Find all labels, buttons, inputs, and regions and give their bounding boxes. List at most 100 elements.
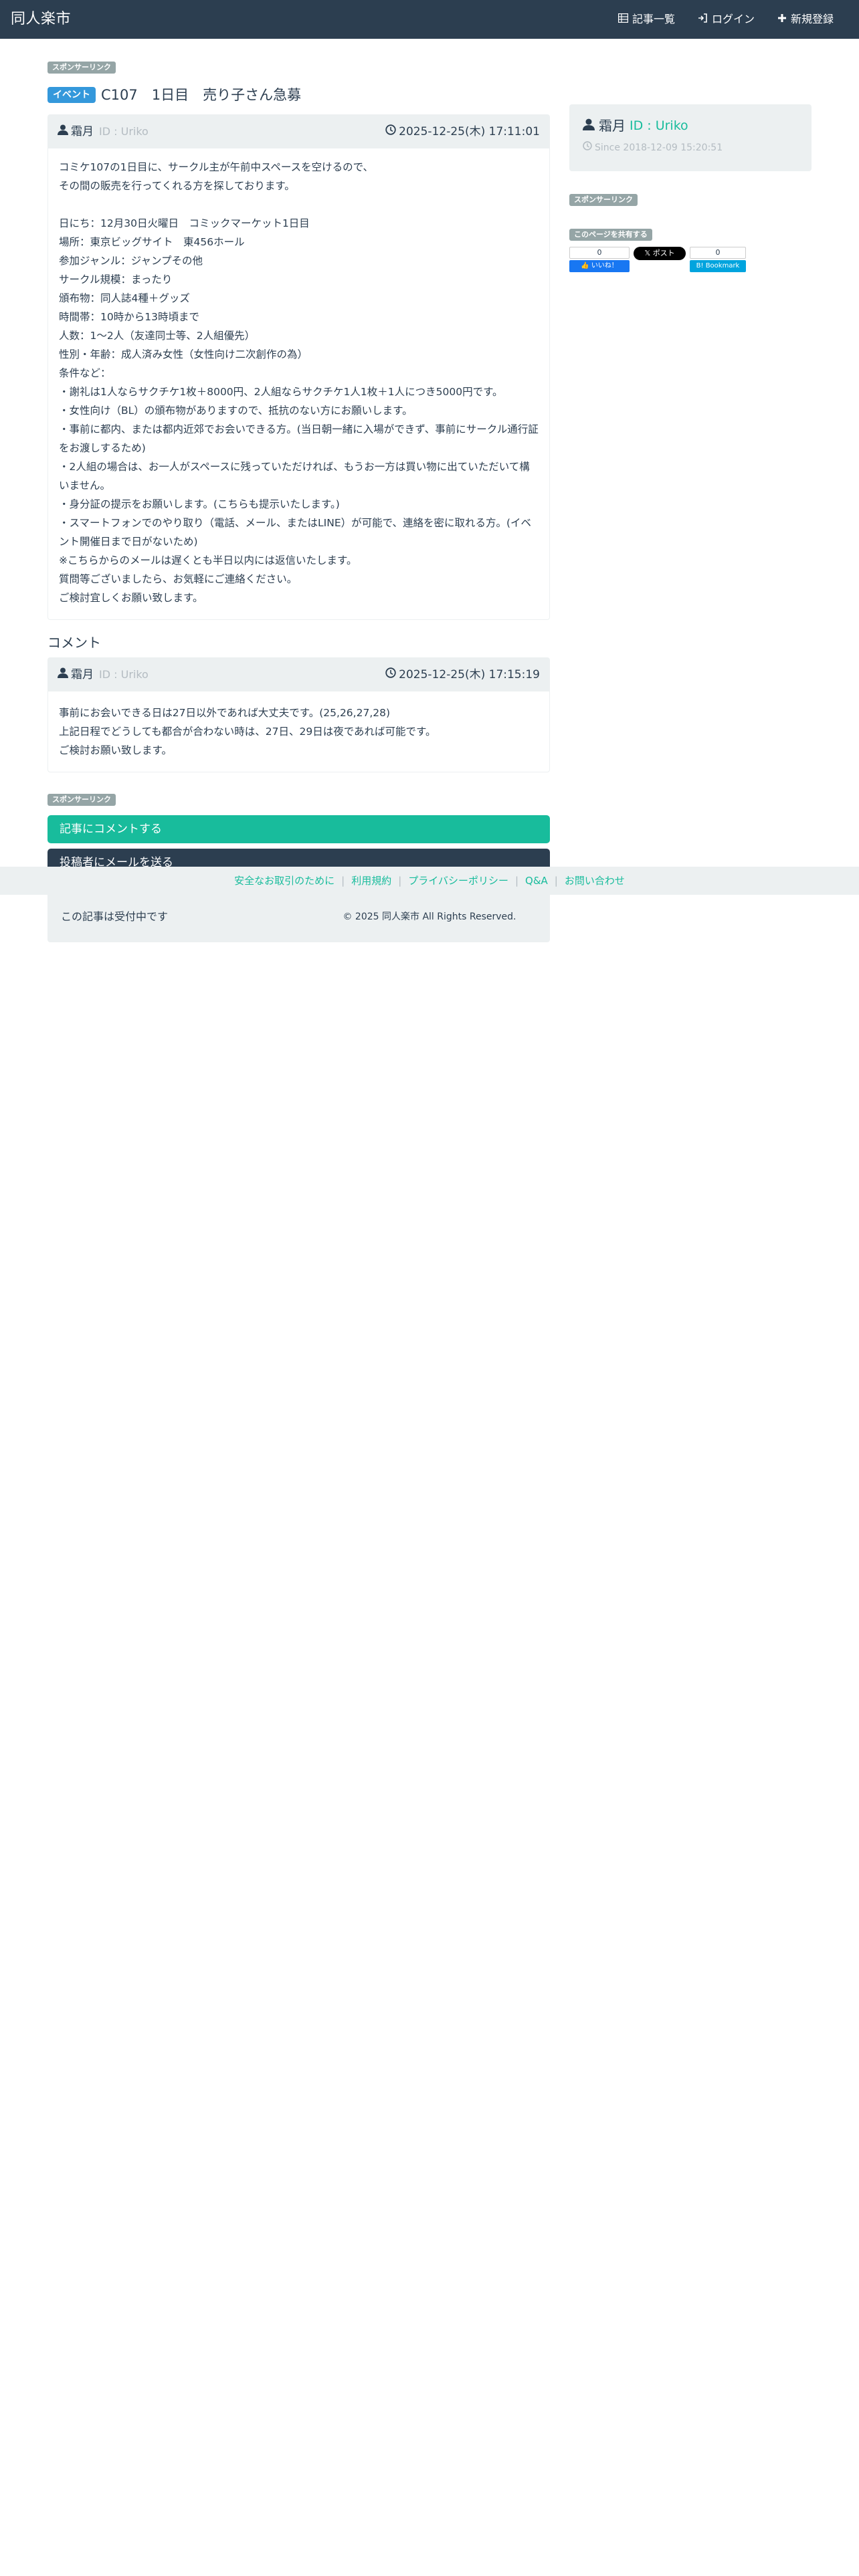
post-body-line: ・事前に都内、または都内近郊でお会いできる方。(当日朝一緒に入場ができず、事前に…: [59, 423, 539, 455]
nav-login-label: ログイン: [711, 13, 755, 26]
facebook-like-button[interactable]: 👍 いいね！: [569, 260, 630, 273]
comment-body-line: ご検討お願い致します。: [59, 744, 172, 757]
post-title-row: イベント C107 1日目 売り子さん急募: [47, 84, 550, 107]
post-body-line: 日にち：12月30日火曜日 コミックマーケット1日目: [59, 217, 310, 230]
post-body-line: ご検討宜しくお願い致します。: [59, 592, 203, 605]
footer-link-qa[interactable]: Q&A: [525, 873, 548, 889]
post-author[interactable]: 霜月 ID : Uriko: [58, 123, 149, 141]
comments-heading: コメント: [47, 635, 101, 651]
x-post-button[interactable]: 𝕏 ポスト: [634, 247, 686, 261]
footer-link-safety[interactable]: 安全なお取引のために: [234, 873, 335, 889]
sponsor-badge-bottom: スポンサーリンク: [47, 794, 116, 807]
post-body-line: ・女性向け（BL）の頒布物がありますので、抵抗のない方にお願いします。: [59, 405, 413, 417]
profile-id: ID : Uriko: [630, 118, 688, 133]
x-post-label: ポスト: [652, 249, 675, 258]
footer-separator: |: [514, 875, 519, 887]
comment-on-post-button[interactable]: 記事にコメントする: [47, 815, 550, 843]
post-author-name: 霜月: [71, 124, 94, 138]
list-icon: [617, 11, 629, 28]
footer-link-privacy[interactable]: プライバシーポリシー: [408, 873, 508, 889]
post-body-line: その間の販売を行ってくれる方を探しております。: [59, 180, 295, 193]
share-label: このページを共有する: [569, 228, 652, 241]
nav-register[interactable]: 新規登録: [777, 11, 834, 28]
post-date: 2025-12-25(木) 17:11:01: [385, 123, 540, 141]
post-body-line: [59, 195, 539, 214]
facebook-like-count: 0: [569, 247, 630, 259]
hatena-bookmark-count: 0: [690, 247, 746, 259]
post-body-line: 質問等ございましたら、お気軽にご連絡ください。: [59, 573, 298, 586]
post-body-line: ・身分証の提示をお願いします。(こちらも提示いたします。): [59, 498, 340, 511]
comment-body-line: 上記日程でどうしても都合が合わない時は、27日、29日は夜であれば可能です。: [59, 726, 436, 738]
navbar: 同人楽市 記事一覧 ログイン 新規登録: [0, 0, 859, 39]
footer-separator: |: [398, 875, 402, 887]
clock-icon: [385, 123, 396, 141]
nav-article-list[interactable]: 記事一覧: [617, 11, 675, 28]
clock-icon: [583, 140, 592, 155]
hatena-bookmark[interactable]: 0 B! Bookmark: [690, 247, 746, 273]
nav-register-label: 新規登録: [790, 13, 834, 26]
post-body-line: 場所：東京ビッグサイト 東456ホール: [59, 236, 245, 249]
plus-icon: [777, 11, 787, 28]
post-date-text: 2025-12-25(木) 17:11:01: [399, 124, 540, 138]
post-body-line: サークル規模：まったり: [59, 274, 173, 286]
clock-icon: [385, 666, 396, 684]
footer-separator: |: [554, 875, 558, 887]
post-body-line: ※こちらからのメールは遅くとも半日以内には返信いたします。: [59, 554, 357, 567]
hatena-bookmark-label: Bookmark: [705, 262, 740, 270]
post-body-line: ・謝礼は1人ならサクチケ1枚＋8000円、2人組ならサクチケ1人1枚＋1人につき…: [59, 386, 503, 399]
post-body-line: コミケ107の1日目に、サークル主が午前中スペースを空けるので、: [59, 161, 374, 174]
comment-date: 2025-12-25(木) 17:15:19: [385, 666, 540, 684]
footer-links: 安全なお取引のために | 利用規約 | プライバシーポリシー | Q&A | お…: [0, 867, 859, 895]
sidebar: 霜月 ID : Uriko Since 2018-12-09 15:20:51 …: [569, 58, 812, 273]
user-icon: [58, 123, 68, 141]
profile-since-text: Since 2018-12-09 15:20:51: [595, 142, 723, 153]
comment-author-name: 霜月: [71, 667, 94, 681]
comment-date-text: 2025-12-25(木) 17:15:19: [399, 667, 540, 681]
profile-card: 霜月 ID : Uriko Since 2018-12-09 15:20:51: [569, 104, 812, 171]
facebook-like-label: いいね！: [591, 262, 618, 270]
post-body-line: 頒布物：同人誌4種＋グッズ: [59, 292, 190, 305]
profile-name-row[interactable]: 霜月 ID : Uriko: [583, 115, 798, 136]
bookmark-icon: B!: [696, 262, 704, 270]
comment-body-line: 事前にお会いできる日は27日以外であれば大丈夫です。(25,26,27,28): [59, 707, 391, 720]
comment-body: 事前にお会いできる日は27日以外であれば大丈夫です。(25,26,27,28) …: [48, 691, 549, 772]
user-icon: [583, 115, 595, 136]
x-logo-icon: 𝕏: [644, 249, 651, 258]
post-body-line: ・スマートフォンでのやり取り（電話、メール、またはLINE）が可能で、連絡を密に…: [59, 517, 532, 548]
login-icon: [698, 11, 708, 28]
post-body-line: 性別・年齢：成人済み女性（女性向け二次創作の為）: [59, 348, 308, 361]
category-badge[interactable]: イベント: [47, 87, 96, 104]
user-icon: [58, 666, 68, 684]
comment-header: 霜月 ID : Uriko 2025-12-25(木) 17:15:19: [48, 658, 549, 692]
footer-link-contact[interactable]: お問い合わせ: [565, 873, 625, 889]
facebook-like[interactable]: 0 👍 いいね！: [569, 247, 630, 273]
post-body-line: 条件など：: [59, 367, 111, 380]
nav-article-list-label: 記事一覧: [632, 13, 675, 26]
site-brand[interactable]: 同人楽市: [11, 7, 71, 31]
profile-since: Since 2018-12-09 15:20:51: [583, 140, 798, 155]
comment-author[interactable]: 霜月 ID : Uriko: [58, 666, 149, 684]
share-buttons: 0 👍 いいね！ 𝕏 ポスト 0 B! Bookmark: [569, 247, 812, 273]
profile-name: 霜月: [599, 118, 626, 134]
post-body-line: ・2人組の場合は、お一人がスペースに残っていただければ、もうお一方は買い物に出て…: [59, 461, 530, 492]
comment-panel: 霜月 ID : Uriko 2025-12-25(木) 17:15:19 事前に…: [47, 657, 550, 773]
thumbs-up-icon: 👍: [581, 262, 589, 270]
post-body: コミケ107の1日目に、サークル主が午前中スペースを空けるので、 その間の販売を…: [48, 148, 549, 619]
nav-login[interactable]: ログイン: [698, 11, 755, 28]
footer-link-terms[interactable]: 利用規約: [351, 873, 391, 889]
post-header: 霜月 ID : Uriko 2025-12-25(木) 17:11:01: [48, 115, 549, 149]
post-title: C107 1日目 売り子さん急募: [101, 86, 302, 103]
sponsor-badge-top: スポンサーリンク: [47, 62, 116, 74]
post-body-line: 参加ジャンル：ジャンプその他: [59, 255, 203, 267]
nav-links: 記事一覧 ログイン 新規登録: [617, 11, 848, 28]
post-panel: 霜月 ID : Uriko 2025-12-25(木) 17:11:01 コミケ…: [47, 114, 550, 621]
hatena-bookmark-button[interactable]: B! Bookmark: [690, 260, 746, 273]
sponsor-badge-sidebar: スポンサーリンク: [569, 194, 638, 207]
post-body-line: 人数：1〜2人（友達同士等、2人組優先）: [59, 330, 256, 342]
comment-author-id: ID : Uriko: [99, 668, 149, 681]
copyright: © 2025 同人楽市 All Rights Reserved.: [343, 911, 516, 922]
post-author-id: ID : Uriko: [99, 125, 149, 138]
footer-separator: |: [341, 875, 345, 887]
post-body-line: 時間帯：10時から13時頃まで: [59, 311, 199, 324]
main-column: スポンサーリンク イベント C107 1日目 売り子さん急募 霜月 ID : U…: [47, 58, 550, 942]
